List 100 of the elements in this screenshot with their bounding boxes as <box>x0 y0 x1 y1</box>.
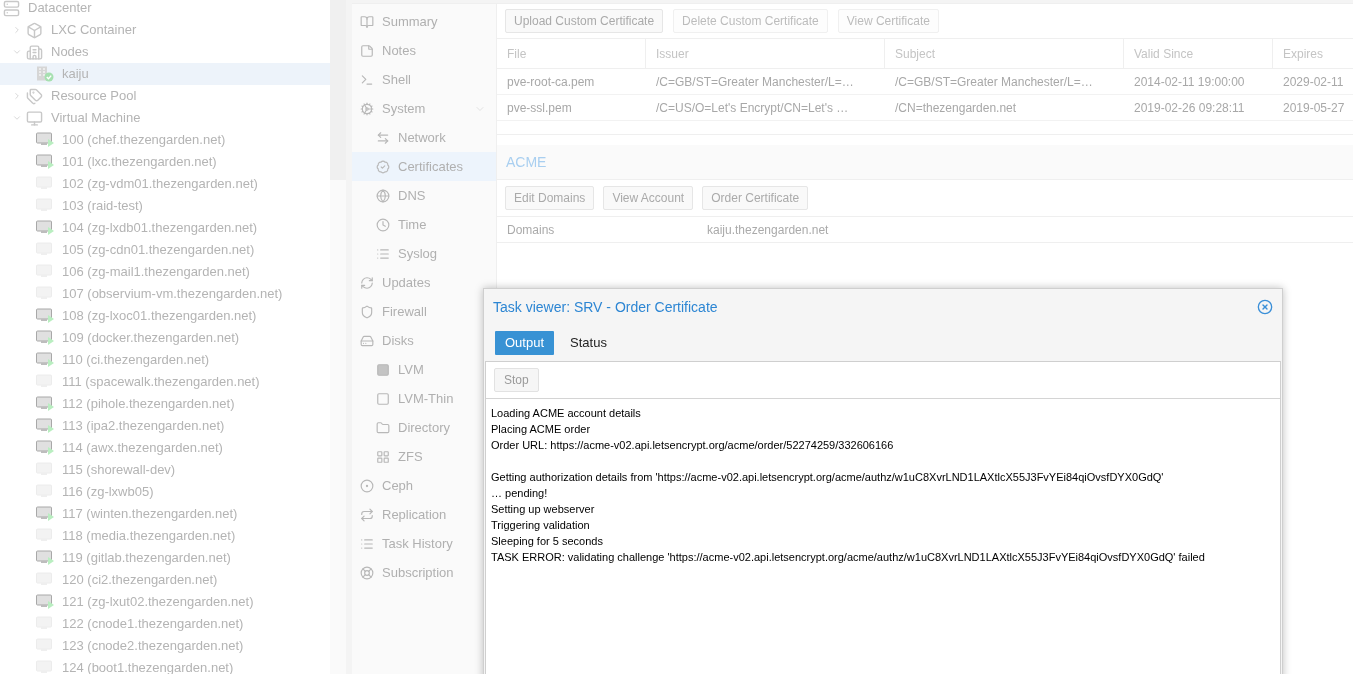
nav-item[interactable]: Shell <box>352 65 413 94</box>
nav-label: Firewall <box>382 302 427 321</box>
tree-item[interactable]: 109 (docker.thezengarden.net) <box>0 327 331 349</box>
tree-item[interactable]: 104 (zg-lxdb01.thezengarden.net) <box>0 217 331 239</box>
tree-label: Virtual Machine <box>51 109 141 128</box>
nav-label: Network <box>398 128 446 147</box>
tab[interactable]: Output <box>495 330 555 355</box>
nav-label: Replication <box>382 505 447 524</box>
tree-item[interactable]: Virtual Machine <box>0 107 331 129</box>
tree-label: 109 (docker.thezengarden.net) <box>62 329 240 348</box>
note-icon <box>360 43 374 58</box>
nav-label: Subscription <box>382 563 454 582</box>
nav-item[interactable]: ZFS <box>352 442 425 471</box>
toolbar-button[interactable]: Upload Custom Certificate <box>505 9 664 33</box>
log-line: TASK ERROR: validating challenge 'https://acme-v02.api.letsencrypt.org/acme/authz/w1uC8XvrLND1LAXtlcX55J3FvYEi84qiOvsfDYX0GdQ' failed <box>491 550 1206 565</box>
tree-item[interactable]: LXC Container <box>0 19 331 41</box>
tree-item[interactable]: 117 (winten.thezengarden.net) <box>0 503 331 525</box>
tab[interactable]: Status <box>560 330 617 355</box>
tree-label: 101 (lxc.thezengarden.net) <box>62 153 217 172</box>
nav-item[interactable]: Ceph <box>352 471 416 500</box>
tree-item[interactable]: 103 (raid-test) <box>0 195 331 217</box>
nav-item[interactable]: Firewall <box>352 297 429 326</box>
tree-item[interactable]: Resource Pool <box>0 85 331 107</box>
toolbar-button[interactable]: Order Certificate <box>702 186 809 210</box>
tree-item[interactable]: 122 (cnode1.thezengarden.net) <box>0 613 331 635</box>
tree-item[interactable]: Datacenter <box>0 0 331 19</box>
nav-item[interactable]: LVM <box>352 355 426 384</box>
tree-item[interactable]: 116 (zg-lxwb05) <box>0 481 331 503</box>
tree-item[interactable]: 107 (observium-vm.thezengarden.net) <box>0 283 331 305</box>
column-header[interactable]: Issuer <box>646 39 885 68</box>
tree-item[interactable]: 115 (shorewall-dev) <box>0 459 331 481</box>
tree-item[interactable]: Nodes <box>0 41 331 63</box>
tree-item[interactable]: 108 (zg-lxoc01.thezengarden.net) <box>0 305 331 327</box>
list-icon <box>376 246 390 261</box>
square-icon <box>376 391 390 406</box>
log-line: Order URL: https://acme-v02.api.letsencrypt.org/acme/order/52274259/332606166 <box>491 438 895 453</box>
tree-label: 103 (raid-test) <box>62 197 143 216</box>
toolbar-button[interactable]: View Account <box>603 186 694 210</box>
close-icon[interactable] <box>1257 299 1273 315</box>
nav-item[interactable]: Disks <box>352 326 416 355</box>
nav-item[interactable]: Subscription <box>352 558 456 587</box>
tree-item[interactable]: 120 (ci2.thezengarden.net) <box>0 569 331 591</box>
cert-icon <box>376 159 390 174</box>
nav-item[interactable]: Certificates <box>352 152 496 181</box>
log-line: Placing ACME order <box>491 422 592 437</box>
tree-item[interactable]: 114 (awx.thezengarden.net) <box>0 437 331 459</box>
tree-item[interactable]: 105 (zg-cdn01.thezengarden.net) <box>0 239 331 261</box>
log-line: … pending! <box>491 486 549 501</box>
tree-item[interactable]: 113 (ipa2.thezengarden.net) <box>0 415 331 437</box>
clock-icon <box>376 217 390 232</box>
tree-item[interactable]: 100 (chef.thezengarden.net) <box>0 129 331 151</box>
nav-item[interactable]: Directory <box>352 413 452 442</box>
dialog-title: Task viewer: SRV - Order Certificate <box>493 297 718 317</box>
nav-item[interactable]: System <box>352 94 496 123</box>
shield-icon <box>360 304 374 319</box>
tree-item[interactable]: 101 (lxc.thezengarden.net) <box>0 151 331 173</box>
column-header[interactable]: Subject <box>885 39 1124 68</box>
tree-item[interactable]: 102 (zg-vdm01.thezengarden.net) <box>0 173 331 195</box>
tree-item[interactable]: kaiju <box>0 63 331 85</box>
column-header[interactable]: File <box>497 39 646 68</box>
tree-item[interactable]: 110 (ci.thezengarden.net) <box>0 349 331 371</box>
nav-item[interactable]: Summary <box>352 7 440 36</box>
nav-item[interactable]: Syslog <box>352 239 440 268</box>
tree-item[interactable]: 123 (cnode2.thezengarden.net) <box>0 635 331 657</box>
nav-item[interactable]: Task History <box>352 529 455 558</box>
nav-label: DNS <box>398 186 426 205</box>
nav-item[interactable]: DNS <box>352 181 428 210</box>
table-cell-text: /CN=thezengarden.net <box>894 99 1018 117</box>
nav-item[interactable]: LVM-Thin <box>352 384 456 413</box>
nodes-icon <box>26 43 43 61</box>
column-header[interactable]: Valid Since <box>1124 39 1273 68</box>
tree-label: LXC Container <box>51 21 137 40</box>
book-icon <box>360 14 374 29</box>
tree-item[interactable]: 121 (zg-lxut02.thezengarden.net) <box>0 591 331 613</box>
tree-label: 104 (zg-lxdb01.thezengarden.net) <box>62 219 258 238</box>
tree-item[interactable]: 106 (zg-mail1.thezengarden.net) <box>0 261 331 283</box>
toolbar-button[interactable]: Edit Domains <box>505 186 595 210</box>
table-cell-text: 2014-02-11 19:00:00 <box>1133 73 1246 91</box>
field-label: Domains <box>507 221 556 239</box>
log-line: Setting up webserver <box>491 502 596 517</box>
tree-item[interactable]: 118 (media.thezengarden.net) <box>0 525 331 547</box>
column-header[interactable]: Expires <box>1273 39 1353 68</box>
nav-item[interactable]: Notes <box>352 36 418 65</box>
tree-item[interactable]: 119 (gitlab.thezengarden.net) <box>0 547 331 569</box>
nav-item[interactable]: Updates <box>352 268 433 297</box>
tree-label: 106 (zg-mail1.thezengarden.net) <box>62 263 250 282</box>
arrows-icon <box>376 130 390 145</box>
table-cell-text: 2019-02-26 09:28:11 <box>1133 99 1246 117</box>
tree-item[interactable]: 112 (pihole.thezengarden.net) <box>0 393 331 415</box>
tree-label: 114 (awx.thezengarden.net) <box>62 439 223 458</box>
nav-item[interactable]: Replication <box>352 500 449 529</box>
tree-label: 119 (gitlab.thezengarden.net) <box>62 549 231 568</box>
container-icon <box>26 21 43 39</box>
refresh-icon <box>360 275 374 290</box>
repeat-icon <box>360 507 374 522</box>
nav-item[interactable]: Network <box>352 123 448 152</box>
tree-item[interactable]: 111 (spacewalk.thezengarden.net) <box>0 371 331 393</box>
nav-item[interactable]: Time <box>352 210 429 239</box>
nav-label: Certificates <box>398 157 465 176</box>
table-cell-text: 2019-05-27 <box>1282 99 1346 117</box>
